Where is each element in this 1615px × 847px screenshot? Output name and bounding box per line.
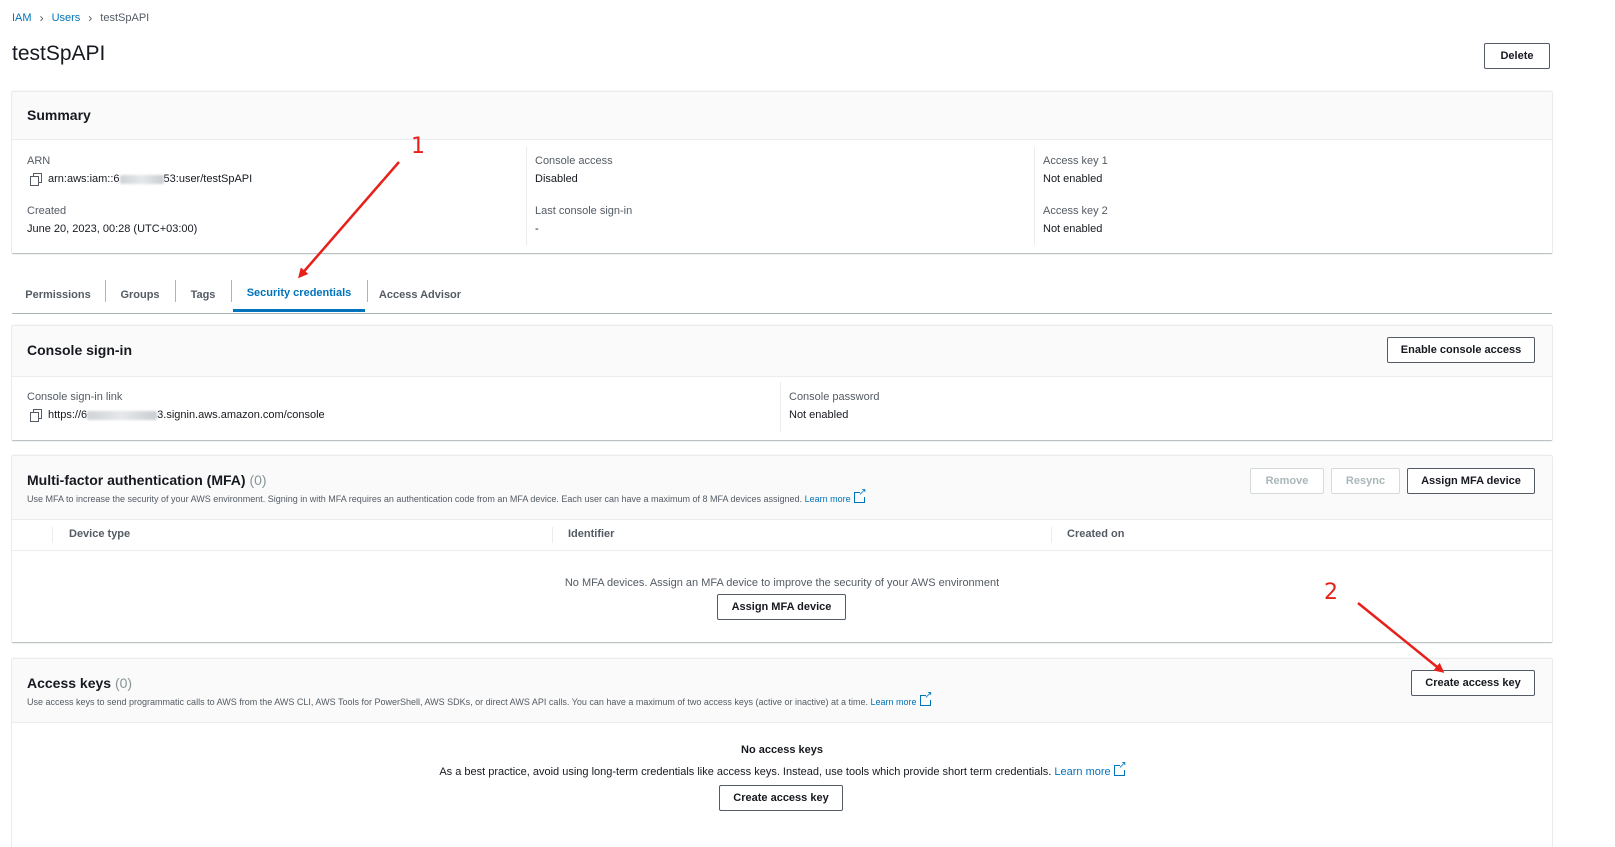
annotation-arrow-2 bbox=[1357, 602, 1445, 673]
annotation-arrow-1 bbox=[298, 161, 400, 279]
annotation-arrows bbox=[298, 161, 1445, 673]
